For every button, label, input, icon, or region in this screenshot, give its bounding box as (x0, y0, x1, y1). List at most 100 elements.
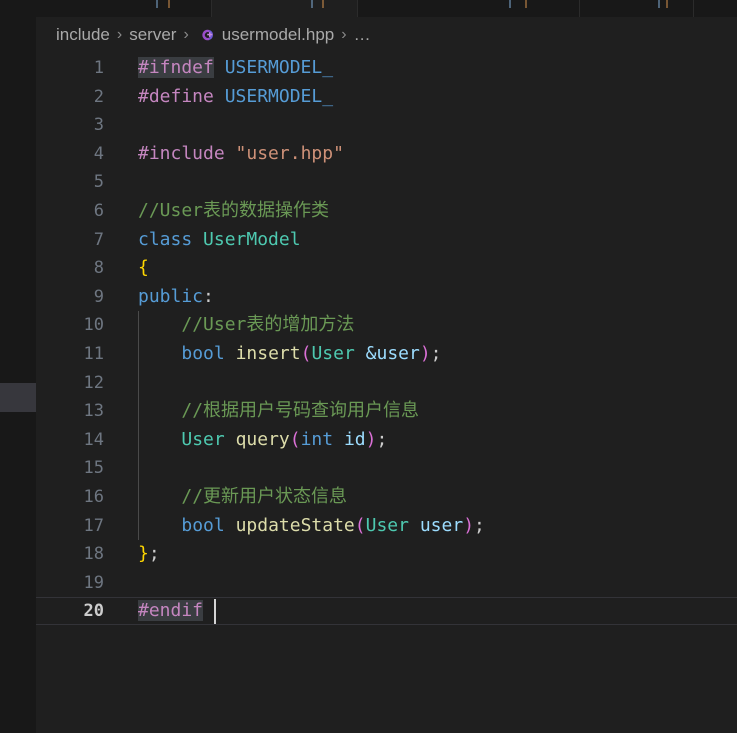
code-text: class UserModel (138, 226, 301, 254)
editor-tab-1[interactable] (212, 0, 358, 17)
code-token: ; (430, 343, 442, 364)
code-text: bool insert(User &user); (138, 340, 442, 368)
code-line[interactable]: 7 class UserModel (36, 226, 737, 254)
tab-glyph-remnant (658, 0, 660, 8)
activity-bar (0, 0, 36, 733)
tab-glyph-remnant (322, 0, 324, 8)
code-line[interactable]: 12 (36, 369, 737, 397)
tab-glyph-remnant (311, 0, 313, 8)
code-token: #include (138, 142, 225, 164)
code-token: #define (138, 85, 214, 107)
tab-glyph-remnant (666, 0, 668, 8)
code-token: ; (376, 428, 388, 450)
editor-tab-3[interactable] (580, 0, 694, 17)
breadcrumb[interactable]: include › server › usermodel.hpp ›… (36, 17, 737, 53)
code-line[interactable]: 9 public: (36, 283, 737, 311)
highlighted-token: #endif (138, 600, 204, 622)
code-token: ; (148, 543, 160, 565)
tab-glyph-remnant (509, 0, 511, 8)
line-number: 6 (93, 201, 104, 221)
code-line[interactable]: 11 bool insert(User &user); (36, 340, 737, 368)
code-token: "user.hpp" (235, 142, 344, 164)
line-number: 4 (93, 143, 104, 164)
code-token: UserModel (203, 228, 301, 250)
code-editor[interactable]: 1 #ifndef USERMODEL_ 2 #define USERMODEL_ 3 4… (36, 53, 737, 733)
code-token: USERMODEL_ (224, 85, 334, 107)
line-number: 13 (83, 401, 104, 422)
code-text: //User表的数据操作类 (138, 197, 329, 225)
code-text: public: (138, 283, 214, 311)
tab-glyph-remnant (168, 0, 170, 8)
code-token: insert (235, 343, 301, 364)
vscode-window: include › server › usermodel.hpp › … 1 #ifndef … (0, 0, 737, 733)
highlighted-token: #ifndef (138, 57, 214, 78)
code-token: ) (365, 428, 377, 450)
code-line[interactable]: 2 #define USERMODEL_ (36, 83, 737, 111)
code-line[interactable]: 8{ (36, 254, 737, 282)
line-number: 1 (93, 58, 104, 78)
code-text: { (138, 254, 149, 282)
line-number: 5 (93, 172, 104, 193)
breadcrumb-item-include[interactable]: include (56, 25, 110, 45)
line-number: 18 (83, 544, 104, 565)
breadcrumb-item-server[interactable]: server (129, 25, 176, 45)
breadcrumb-item-more[interactable]: … (354, 25, 371, 45)
code-token: int (300, 428, 334, 450)
code-token: //更新用户状态信息 (181, 486, 348, 507)
code-line[interactable]: 13 //根据用户号码查询用户信息 (36, 397, 737, 425)
line-number: 2 (93, 86, 104, 107)
tab-glyph-remnant (525, 0, 527, 8)
code-line[interactable]: 10 //User表的增加方法 (36, 311, 737, 339)
code-text: #include "user.hpp" (138, 140, 344, 168)
code-token: User (181, 428, 225, 450)
code-text: #define USERMODEL_ (138, 83, 333, 111)
code-token: } (138, 543, 149, 565)
line-number: 9 (93, 286, 104, 307)
activity-bar-marker[interactable] (0, 383, 36, 412)
editor-tab-0[interactable] (36, 0, 212, 17)
code-line[interactable]: 5 (36, 168, 737, 196)
code-line[interactable]: 18}; (36, 540, 737, 568)
code-text: //更新用户状态信息 (138, 483, 347, 511)
code-line[interactable]: 4 #include "user.hpp" (36, 140, 737, 168)
code-line[interactable]: 19 (36, 569, 737, 597)
code-text: bool updateState(User user); (138, 512, 485, 540)
code-line[interactable]: 14 User query(int id); (36, 426, 737, 454)
line-number: 12 (83, 372, 104, 393)
text-cursor (213, 599, 216, 624)
editor-tab-bar[interactable] (36, 0, 737, 18)
code-line[interactable]: 15 (36, 454, 737, 482)
code-line[interactable]: 16 //更新用户状态信息 (36, 483, 737, 511)
code-line[interactable]: 17 bool updateState(User user); (36, 512, 737, 540)
code-token: ( (354, 514, 366, 536)
code-token: { (138, 257, 149, 279)
editor-tab-2[interactable] (358, 0, 580, 17)
code-token: bool (181, 514, 225, 536)
line-number: 15 (83, 458, 104, 479)
line-number: 17 (83, 515, 104, 536)
code-line[interactable]: 6 //User表的数据操作类 (36, 197, 737, 225)
code-token: ) (419, 343, 431, 364)
code-token: //根据用户号码查询用户信息 (181, 400, 420, 422)
code-token: user (419, 514, 464, 536)
code-line[interactable]: 20 #endif (36, 597, 737, 625)
line-number: 8 (93, 258, 104, 279)
code-line[interactable]: 1 #ifndef USERMODEL_ (36, 54, 737, 82)
code-token: USERMODEL_ (224, 57, 334, 78)
line-number: 3 (93, 115, 104, 136)
breadcrumb-item-usermodel-hpp[interactable]: usermodel.hpp (222, 25, 334, 45)
code-line[interactable]: 3 (36, 111, 737, 139)
line-number: 16 (83, 487, 104, 507)
line-number: 10 (83, 315, 104, 336)
code-token: //User表的增加方法 (181, 314, 355, 336)
code-token: class (138, 228, 193, 250)
